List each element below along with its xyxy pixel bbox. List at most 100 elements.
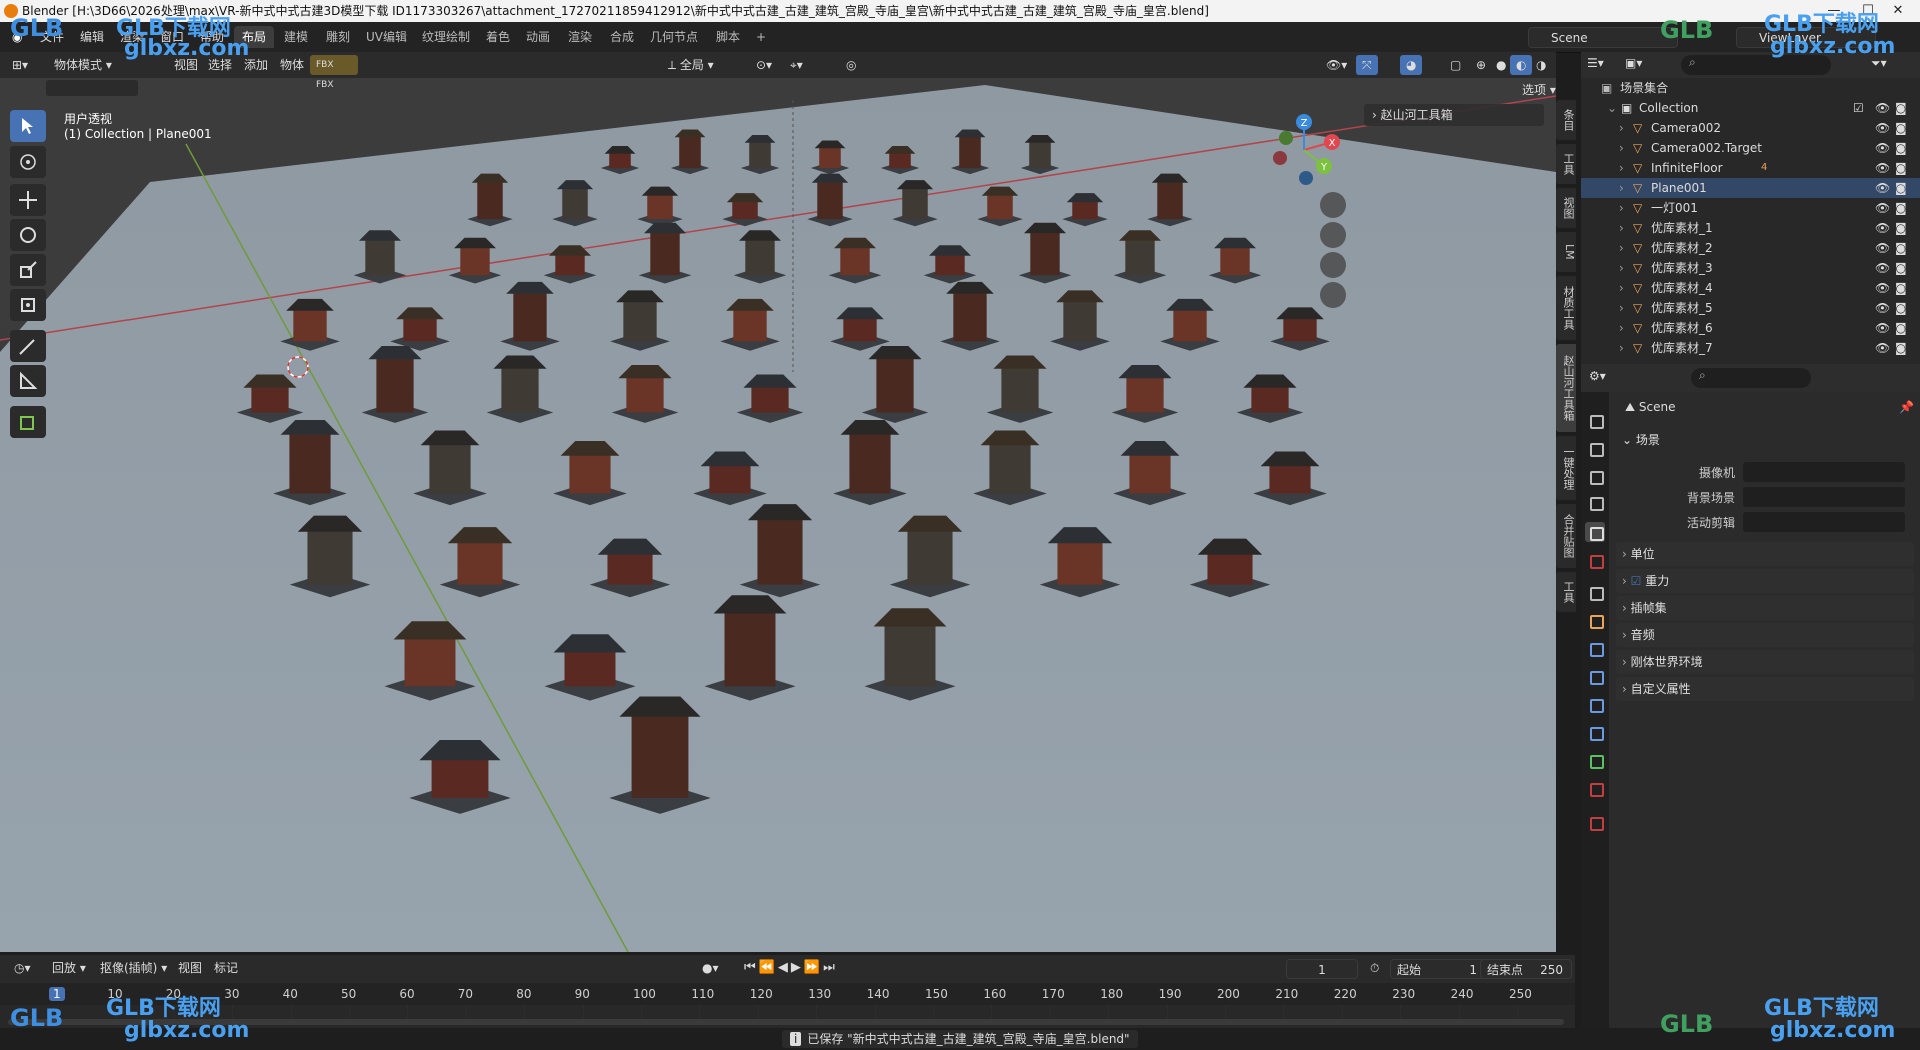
eye-icon[interactable]: 👁 <box>1875 158 1890 178</box>
expand-arrow-icon[interactable]: › <box>1619 218 1624 238</box>
eye-icon[interactable]: 👁 <box>1875 318 1890 338</box>
timeline-menu-keying[interactable]: 抠像(插帧) ▾ <box>94 958 173 978</box>
expand-arrow-icon[interactable]: › <box>1619 298 1624 318</box>
camera-render-icon[interactable]: ◙ <box>1895 198 1907 218</box>
camera-render-icon[interactable]: ◙ <box>1895 218 1907 238</box>
eye-icon[interactable]: 👁 <box>1875 298 1890 318</box>
transform-orientation-selector[interactable]: ⟂ 全局 ▾ <box>662 55 758 75</box>
menu-object[interactable]: 物体 <box>274 55 310 75</box>
outliner-row[interactable]: › ▽ Camera002 👁 ◙ <box>1581 118 1920 138</box>
tab-animation[interactable]: 动画 <box>518 26 558 48</box>
sidebar-tab[interactable]: 赵山河工具箱 <box>1556 344 1576 432</box>
collection-tab-icon[interactable] <box>1585 582 1605 602</box>
pan-hand-icon[interactable] <box>1320 222 1346 248</box>
display-mode-icon[interactable]: ▣▾ <box>1625 56 1642 70</box>
overlay-toggle-icon[interactable]: ◕ <box>1400 55 1423 75</box>
outliner-row[interactable]: › ▽ InfiniteFloor 4 👁 ◙ <box>1581 158 1920 178</box>
properties-subpanel[interactable]: › ☑ 重力 <box>1616 569 1914 593</box>
pin-icon[interactable]: 📌 <box>1899 400 1914 414</box>
outliner-row[interactable]: › ▽ 优库素材_7 👁 ◙ <box>1581 338 1920 358</box>
expand-arrow-icon[interactable]: › <box>1619 118 1624 138</box>
navigation-gizmo[interactable]: Z X Y <box>1262 108 1346 192</box>
tab-shading[interactable]: 着色 <box>478 26 518 48</box>
sidebar-tab[interactable]: 材质工具 <box>1556 276 1576 340</box>
expand-arrow-icon[interactable]: › <box>1619 178 1624 198</box>
camera-render-icon[interactable]: ◙ <box>1895 138 1907 158</box>
expand-arrow-icon[interactable]: ⌄ <box>1607 98 1617 118</box>
expand-arrow-icon[interactable]: › <box>1619 238 1624 258</box>
properties-search-input[interactable]: ⌕ <box>1691 368 1811 388</box>
close-button[interactable]: ✕ <box>1876 0 1920 22</box>
outliner-row[interactable]: › ▽ 优库素材_2 👁 ◙ <box>1581 238 1920 258</box>
eye-icon[interactable]: 👁 <box>1875 198 1890 218</box>
perspective-grid-icon[interactable] <box>1320 282 1346 308</box>
active-clip-field[interactable] <box>1743 512 1905 532</box>
timeline-editor-icon[interactable]: ◷▾ <box>8 958 37 978</box>
gravity-checkbox[interactable]: ☑ <box>1631 574 1642 588</box>
outliner-row[interactable]: › ▽ 一灯001 👁 ◙ <box>1581 198 1920 218</box>
select-box-tool[interactable] <box>10 110 46 142</box>
outliner-row-scene-collection[interactable]: ▣ 场景集合 <box>1581 78 1920 98</box>
sidebar-tab[interactable]: 合并贴图 <box>1556 504 1576 568</box>
output-tab-icon[interactable] <box>1585 466 1605 486</box>
editor-type-icon[interactable]: ⊞▾ <box>6 55 34 75</box>
timeline-menu-marker[interactable]: 标记 <box>208 958 244 978</box>
properties-subpanel[interactable]: › 刚体世界环境 <box>1616 650 1914 674</box>
expand-arrow-icon[interactable]: › <box>1619 198 1624 218</box>
outliner-row[interactable]: › ▽ Plane001 👁 ◙ <box>1581 178 1920 198</box>
exclude-checkbox[interactable]: ☑ <box>1853 98 1864 118</box>
zoom-icon[interactable] <box>1320 192 1346 218</box>
physics-tab-icon[interactable] <box>1585 694 1605 714</box>
camera-render-icon[interactable]: ◙ <box>1895 338 1907 358</box>
tab-modeling[interactable]: 建模 <box>276 26 316 48</box>
annotate-tool[interactable] <box>10 330 46 362</box>
outliner-row[interactable]: ⌄ ▣ Collection ☑ 👁 ◙ <box>1581 98 1920 118</box>
proportional-edit-icon[interactable]: ◎ <box>840 55 862 75</box>
camera-render-icon[interactable]: ◙ <box>1895 118 1907 138</box>
modifier-tab-icon[interactable] <box>1585 638 1605 658</box>
move-tool[interactable] <box>10 184 46 216</box>
pivot-point-icon[interactable]: ⊙▾ <box>750 55 778 75</box>
add-cube-tool[interactable] <box>10 406 46 438</box>
playback-controls[interactable]: ⏮⏪◀▶⏩⏭ <box>738 958 844 978</box>
render-tab-icon[interactable] <box>1585 438 1605 458</box>
cursor-tool[interactable] <box>10 146 46 178</box>
world-tab-icon[interactable] <box>1585 550 1605 570</box>
properties-subpanel[interactable]: › 插帧集 <box>1616 596 1914 620</box>
eye-icon[interactable]: 👁 <box>1875 178 1890 198</box>
sidebar-tab[interactable]: 工具 <box>1556 144 1576 184</box>
preview-range-icon[interactable]: ⏱ <box>1370 961 1379 976</box>
tab-sculpting[interactable]: 雕刻 <box>318 26 358 48</box>
eye-icon[interactable]: 👁 <box>1875 278 1890 298</box>
scene-selector[interactable]: Scene <box>1528 27 1678 48</box>
camera-render-icon[interactable]: ◙ <box>1895 98 1907 118</box>
tab-compositing[interactable]: 合成 <box>602 26 642 48</box>
xray-toggle-icon[interactable]: ▢ <box>1444 55 1467 75</box>
properties-subpanel[interactable]: › 音频 <box>1616 623 1914 647</box>
properties-subpanel[interactable]: › 自定义属性 <box>1616 677 1914 701</box>
rotate-tool[interactable] <box>10 219 46 251</box>
tab-uv-editing[interactable]: UV编辑 <box>358 26 415 48</box>
sidebar-tab[interactable]: 条目 <box>1556 100 1576 140</box>
sidebar-tab[interactable]: LM <box>1556 232 1576 272</box>
scene-tab-icon[interactable] <box>1585 522 1605 542</box>
properties-editor-icon[interactable]: ⚙▾ <box>1589 369 1606 383</box>
camera-render-icon[interactable]: ◙ <box>1895 158 1907 178</box>
expand-arrow-icon[interactable]: › <box>1619 318 1624 338</box>
constraint-tab-icon[interactable] <box>1585 722 1605 742</box>
fbx-import-export-icon[interactable]: FBX FBX <box>310 55 358 90</box>
timeline-menu-playback[interactable]: 回放 ▾ <box>46 958 92 978</box>
outliner-row[interactable]: › ▽ 优库素材_5 👁 ◙ <box>1581 298 1920 318</box>
expand-arrow-icon[interactable]: › <box>1619 278 1624 298</box>
outliner-row[interactable]: › ▽ 优库素材_1 👁 ◙ <box>1581 218 1920 238</box>
options-button[interactable]: 选项 ▾ <box>1522 80 1556 100</box>
scale-tool[interactable] <box>10 254 46 286</box>
eye-icon[interactable]: 👁 <box>1875 118 1890 138</box>
start-frame-field[interactable]: 起始 1 <box>1390 959 1486 979</box>
tool-tab-icon[interactable] <box>1585 410 1605 430</box>
outliner-row[interactable]: › ▽ 优库素材_4 👁 ◙ <box>1581 278 1920 298</box>
eye-icon[interactable]: 👁 <box>1875 238 1890 258</box>
eye-icon[interactable]: 👁 <box>1875 338 1890 358</box>
tab-geometry-nodes[interactable]: 几何节点 <box>642 26 706 48</box>
view-layer-tab-icon[interactable] <box>1585 492 1605 512</box>
